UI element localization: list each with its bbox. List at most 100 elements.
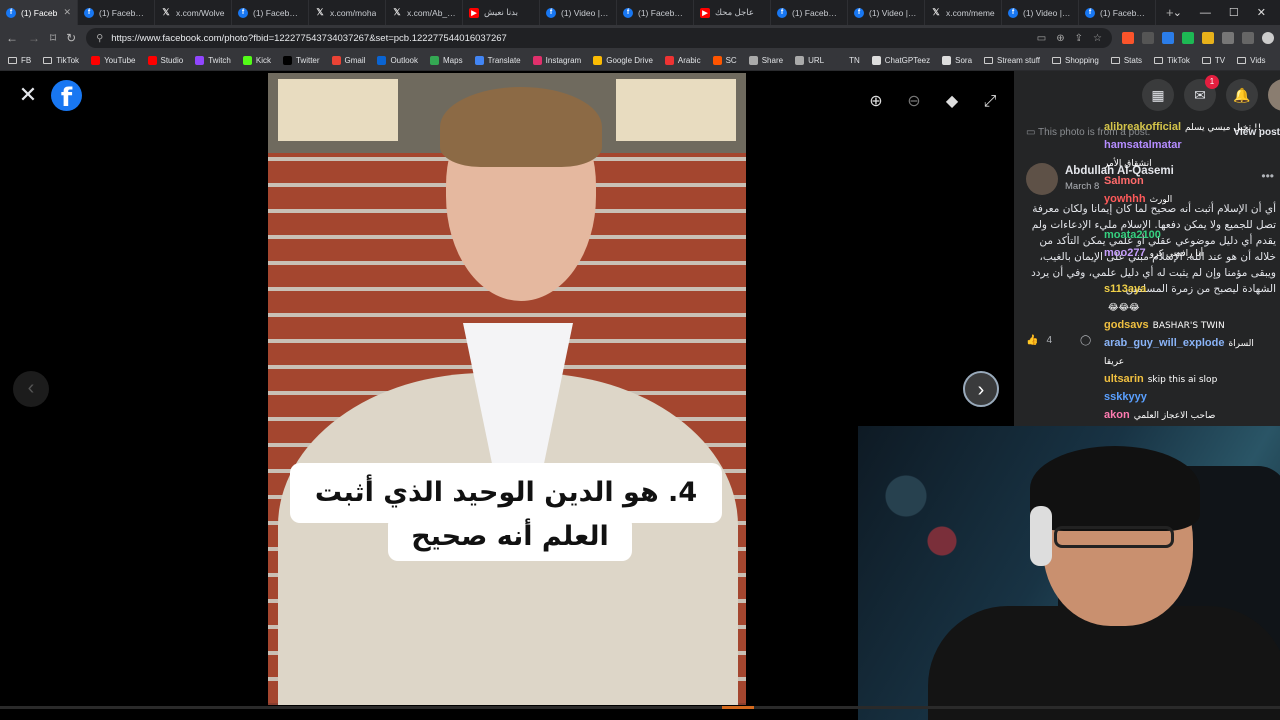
- ext-yellow-icon[interactable]: [1202, 32, 1214, 44]
- bookmark-item[interactable]: Studio: [147, 56, 183, 65]
- bookmark-item[interactable]: Twitter: [282, 56, 320, 65]
- tab[interactable]: f (1) Facebook: [1079, 0, 1156, 25]
- brave-shield-icon[interactable]: [1122, 32, 1134, 44]
- chat-message: akon صاحب الاعجاز العلمي: [1104, 406, 1215, 425]
- tab-close-icon[interactable]: ✕: [63, 7, 71, 18]
- window-controls: ⌄ — ☐ ✕: [1173, 0, 1280, 25]
- post-date[interactable]: March 8: [1065, 181, 1099, 192]
- tab[interactable]: 𝕏x.com/moha: [309, 0, 386, 25]
- bookmark-item[interactable]: ChatGPTeez: [871, 56, 930, 65]
- tab[interactable]: f (1) Facebook: [78, 0, 155, 25]
- previous-photo-button[interactable]: ‹: [13, 371, 49, 407]
- bookmark-item[interactable]: Gmail: [331, 56, 365, 65]
- tab[interactable]: f (1) Video | Fa: [1002, 0, 1079, 25]
- bookmark-item[interactable]: Arabic: [664, 56, 701, 65]
- zoom-in-icon[interactable]: ⊕: [864, 90, 888, 114]
- tab[interactable]: 𝕏x.com/Wolve: [155, 0, 232, 25]
- reload-icon[interactable]: ↻: [66, 31, 76, 45]
- menu-grid-icon[interactable]: ▦: [1142, 79, 1174, 111]
- tab[interactable]: f (1) Facebook: [617, 0, 694, 25]
- tab[interactable]: f (1) Video | Fa: [540, 0, 617, 25]
- tab[interactable]: ▶ بدنا نعيش: [463, 0, 540, 25]
- close-window-icon[interactable]: ✕: [1257, 6, 1266, 19]
- chat-username: godsavs: [1104, 319, 1149, 331]
- bookmark-item[interactable]: TV: [1201, 56, 1225, 65]
- bookmark-item[interactable]: Maps: [430, 56, 463, 65]
- bookmark-item[interactable]: Sora: [942, 56, 972, 65]
- notifications-icon[interactable]: 🔔: [1226, 79, 1258, 111]
- chat-text: أنا رافضي كرو: [1149, 249, 1204, 259]
- zoom-out-icon[interactable]: ⊖: [902, 90, 926, 114]
- tag-icon[interactable]: ◆: [940, 90, 964, 114]
- translate-icon: [474, 56, 484, 65]
- bookmark-label: Outlook: [390, 56, 419, 65]
- x-icon: [282, 56, 292, 65]
- bookmark-item[interactable]: Share: [748, 56, 783, 65]
- back-icon[interactable]: ←: [6, 31, 18, 45]
- messenger-icon[interactable]: ✉ 1: [1184, 75, 1219, 111]
- zoom-icon[interactable]: ⊕: [1056, 33, 1064, 44]
- maximize-icon[interactable]: ☐: [1229, 6, 1239, 19]
- facebook-logo-icon[interactable]: f: [51, 80, 82, 113]
- share-icon[interactable]: ⇪: [1075, 33, 1083, 44]
- extensions-icon[interactable]: [1222, 32, 1234, 44]
- bookmark-label: YouTube: [104, 56, 136, 65]
- bookmark-item[interactable]: FB: [8, 56, 31, 65]
- bookmark-item[interactable]: Stats: [1110, 56, 1142, 65]
- tab[interactable]: f (1) Facebook: [232, 0, 309, 25]
- minimize-icon[interactable]: —: [1200, 7, 1211, 19]
- chat-message: 😂😂😂: [1104, 298, 1140, 317]
- bookmark-icon[interactable]: ⌑: [50, 31, 56, 45]
- forward-icon[interactable]: →: [28, 31, 40, 45]
- chat-text: skip this ai slop: [1147, 375, 1218, 385]
- bookmark-item[interactable]: TikTok: [1154, 56, 1190, 65]
- bookmark-item[interactable]: Kick: [242, 56, 271, 65]
- star-icon[interactable]: ☆: [1093, 33, 1102, 44]
- translate-ext-icon[interactable]: [1162, 32, 1174, 44]
- url-field[interactable]: ⚲ https://www.facebook.com/photo?fbid=12…: [86, 28, 1112, 48]
- site-info-icon[interactable]: ⚲: [96, 33, 103, 44]
- bookmark-item[interactable]: Shopping: [1052, 56, 1099, 65]
- comment-icon[interactable]: ◯: [1080, 335, 1091, 346]
- install-icon[interactable]: ▭: [1037, 33, 1046, 44]
- bookmark-item[interactable]: SC: [712, 56, 737, 65]
- bookmark-label: Kick: [255, 56, 271, 65]
- bookmark-item[interactable]: Instagram: [532, 56, 581, 65]
- photo[interactable]: 4. هو الدين الوحيد الذي أثبت العلم أنه ص…: [268, 73, 746, 705]
- tab[interactable]: 𝕏x.com/Ab_ou: [386, 0, 463, 25]
- rewards-icon[interactable]: [1142, 32, 1154, 44]
- tab[interactable]: 𝕏x.com/meme: [925, 0, 1002, 25]
- next-photo-button[interactable]: ›: [963, 371, 999, 407]
- x-icon: 𝕏: [162, 7, 170, 17]
- folder-icon: [1110, 57, 1120, 64]
- bookmark-item[interactable]: Twitch: [195, 56, 231, 65]
- chat-username: ultsarin: [1104, 373, 1144, 385]
- chat-message: hamsatalmatar: [1104, 136, 1186, 155]
- tab[interactable]: f (1) Video | Fa: [848, 0, 925, 25]
- author-avatar[interactable]: [1026, 163, 1058, 195]
- video-progress-bar[interactable]: [0, 706, 1280, 709]
- facebook-icon: f: [623, 7, 633, 18]
- account-avatar[interactable]: [1268, 79, 1280, 111]
- bookmark-item[interactable]: YouTube: [91, 56, 136, 65]
- bookmark-item[interactable]: Vids: [1237, 56, 1266, 65]
- like-count: 4: [1046, 335, 1053, 346]
- fullscreen-icon[interactable]: ⤢: [978, 90, 1002, 114]
- profile-icon[interactable]: [1262, 32, 1274, 44]
- tab[interactable]: f (1) Facebook: [771, 0, 848, 25]
- close-icon[interactable]: ✕: [17, 84, 39, 106]
- bookmark-item[interactable]: URL: [795, 56, 824, 65]
- bookmark-item[interactable]: Outlook: [377, 56, 418, 65]
- tab[interactable]: f (1) Faceb ✕: [0, 0, 78, 25]
- bookmark-item[interactable]: TN: [836, 56, 860, 65]
- like-icon[interactable]: 👍: [1026, 335, 1038, 346]
- bookmark-item[interactable]: Stream stuff: [984, 56, 1040, 65]
- tab[interactable]: ▶ عاجل محك: [694, 0, 771, 25]
- bookmark-item[interactable]: Translate: [474, 56, 521, 65]
- sidebar-icon[interactable]: [1242, 32, 1254, 44]
- bookmark-item[interactable]: TikTok: [43, 56, 79, 65]
- bookmark-item[interactable]: Google Drive: [593, 56, 653, 65]
- tab-search-icon[interactable]: ⌄: [1173, 6, 1182, 19]
- chat-text: 😂😂😂: [1108, 303, 1140, 313]
- ext-green-icon[interactable]: [1182, 32, 1194, 44]
